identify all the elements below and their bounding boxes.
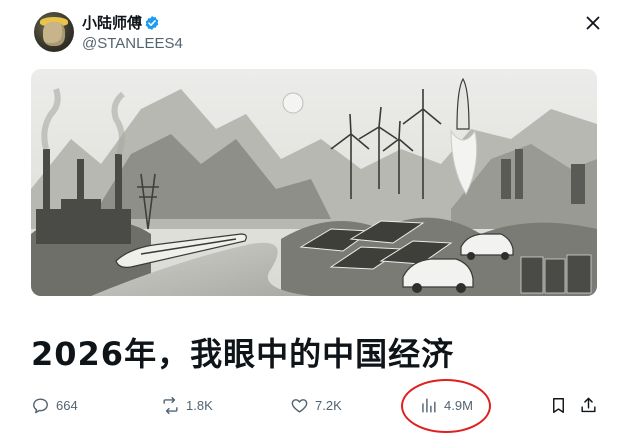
repost-icon — [163, 396, 178, 414]
views-chart-icon — [422, 397, 436, 413]
views-count: 4.9M — [444, 397, 473, 413]
reply-count: 664 — [56, 397, 78, 413]
like-button[interactable]: 7.2K — [290, 394, 342, 416]
author-handle[interactable]: @STANLEES4 — [82, 34, 183, 54]
share-button[interactable] — [579, 394, 598, 416]
like-count: 7.2K — [315, 397, 342, 413]
heart-icon — [291, 398, 308, 413]
repost-button[interactable]: 1.8K — [161, 394, 213, 416]
avatar[interactable] — [34, 12, 74, 52]
post-media-image[interactable] — [31, 69, 597, 296]
share-icon — [581, 397, 596, 412]
post-actions-bar: 664 1.8K 7.2K 4.9M — [31, 394, 601, 418]
views-button[interactable]: 4.9M — [419, 394, 473, 416]
bookmark-button[interactable] — [549, 394, 568, 416]
post-header: 小陆师傅 @STANLEES4 — [34, 12, 604, 56]
close-icon[interactable] — [582, 12, 604, 34]
post-text: 2026年，我眼中的中国经济 — [31, 335, 455, 373]
repost-count: 1.8K — [186, 397, 213, 413]
bookmark-icon — [553, 397, 564, 413]
author-display-name[interactable]: 小陆师傅 — [82, 13, 142, 33]
reply-button[interactable]: 664 — [31, 394, 78, 416]
avatar-face — [43, 22, 65, 46]
ink-landscape-illustration — [31, 69, 597, 296]
reply-icon — [33, 397, 48, 413]
verified-badge-icon — [145, 16, 159, 30]
